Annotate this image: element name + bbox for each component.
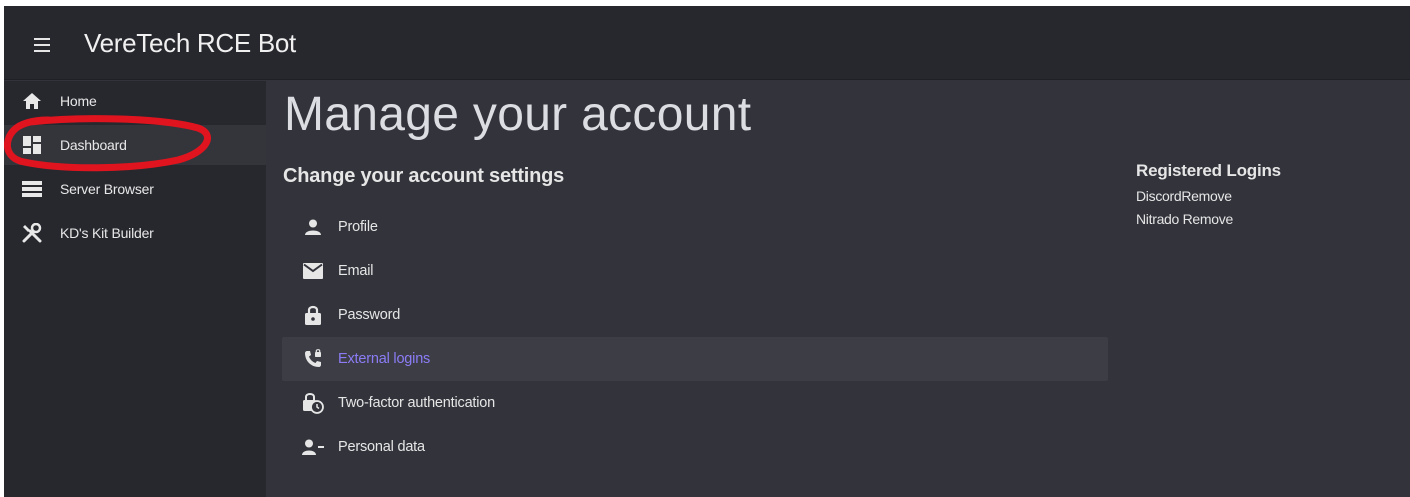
sidebar-item-home[interactable]: Home [4, 81, 266, 121]
list-icon [22, 179, 42, 199]
page-title: Manage your account [284, 88, 752, 141]
login-row: DiscordRemove [1136, 185, 1396, 208]
home-icon [22, 91, 42, 111]
menu-item-personal-data[interactable]: Personal data [282, 425, 1108, 469]
lock-clock-icon [302, 392, 324, 414]
section-title: Change your account settings [283, 165, 565, 187]
sidebar-item-label: KD's Kit Builder [60, 225, 154, 241]
registered-logins-panel: Registered Logins DiscordRemove Nitrado … [1136, 161, 1396, 231]
registered-logins-title: Registered Logins [1136, 161, 1281, 180]
menu-item-label: External logins [338, 351, 431, 367]
remove-login-button[interactable]: Remove [1183, 211, 1234, 227]
dashboard-icon [22, 135, 42, 155]
remove-login-button[interactable]: Remove [1181, 188, 1232, 204]
menu-item-label: Personal data [338, 439, 425, 455]
login-row: Nitrado Remove [1136, 208, 1396, 231]
sidebar: Home Dashboard Server Browser KD's Kit B… [4, 81, 266, 497]
menu-item-label: Password [338, 307, 401, 323]
menu-item-external-logins[interactable]: External logins [282, 337, 1108, 381]
menu-item-label: Two-factor authentication [338, 395, 496, 411]
menu-item-label: Profile [338, 219, 378, 235]
tools-icon [22, 223, 42, 243]
sidebar-item-label: Home [60, 93, 97, 109]
hamburger-icon[interactable] [34, 38, 50, 52]
person-icon [302, 216, 324, 238]
login-provider: Nitrado [1136, 211, 1180, 227]
sidebar-item-dashboard[interactable]: Dashboard [4, 125, 266, 165]
sidebar-item-label: Server Browser [60, 181, 154, 197]
lock-icon [302, 304, 324, 326]
sidebar-item-label: Dashboard [60, 137, 127, 153]
menu-item-label: Email [338, 263, 374, 279]
app-bar: VereTech RCE Bot [4, 6, 1410, 80]
person-remove-icon [302, 436, 324, 458]
menu-item-two-factor[interactable]: Two-factor authentication [282, 381, 1108, 425]
menu-item-email[interactable]: Email [282, 249, 1108, 293]
app-title: VereTech RCE Bot [84, 28, 296, 58]
sidebar-item-kit-builder[interactable]: KD's Kit Builder [4, 213, 266, 253]
mail-icon [302, 260, 324, 282]
menu-item-profile[interactable]: Profile [282, 205, 1108, 249]
login-provider: Discord [1136, 188, 1182, 204]
main-content: Manage your account Change your account … [266, 81, 1410, 497]
menu-item-password[interactable]: Password [282, 293, 1108, 337]
app-window: VereTech RCE Bot Home Dashboard Server B… [4, 6, 1410, 497]
sidebar-item-server-browser[interactable]: Server Browser [4, 169, 266, 209]
phone-lock-icon [302, 348, 324, 370]
